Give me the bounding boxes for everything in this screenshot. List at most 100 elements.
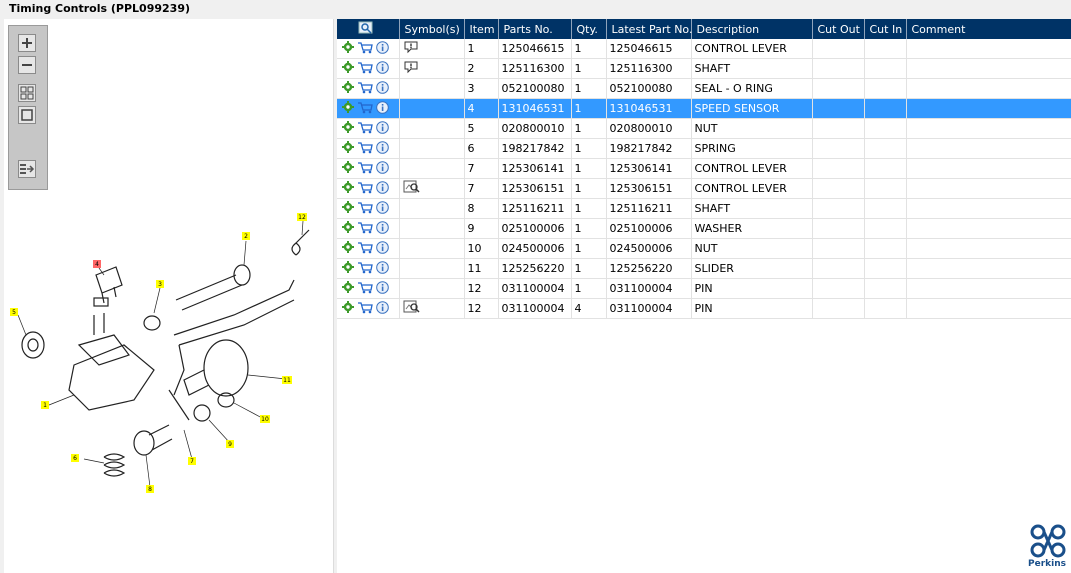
table-row[interactable]: 1 125046615 1 125046615 CONTROL LEVER [337,39,1071,59]
info-icon[interactable] [376,200,389,217]
cart-icon[interactable] [357,221,373,237]
cart-icon[interactable] [357,61,373,77]
column-qty[interactable]: Qty. [571,19,607,39]
cart-icon[interactable] [357,201,373,217]
fit-view-icon[interactable] [18,84,36,102]
svg-text:11: 11 [283,377,291,384]
detail-view-symbol-icon[interactable] [403,180,421,197]
callout-11[interactable]: 11 [282,376,292,384]
info-icon[interactable] [376,140,389,157]
cart-icon[interactable] [357,101,373,117]
detail-view-symbol-icon[interactable] [403,300,421,317]
table-row[interactable]: 9 025100006 1 025100006 WASHER [337,218,1071,239]
cart-icon[interactable] [357,141,373,157]
table-row[interactable]: 12 031100004 1 031100004 PIN [337,278,1071,299]
column-symbols[interactable]: Symbol(s) [399,19,465,39]
gear-icon[interactable] [342,201,354,216]
info-icon[interactable] [376,240,389,257]
export-icon[interactable] [18,160,36,178]
gear-icon[interactable] [342,141,354,156]
info-icon[interactable] [376,160,389,177]
callout-6[interactable]: 6 [71,454,79,462]
table-row[interactable]: 2 125116300 1 125116300 SHAFT [337,58,1071,79]
gear-icon[interactable] [342,301,354,316]
gear-icon[interactable] [342,101,354,116]
cell-qty: 1 [571,198,607,219]
cell-latest-part-no: 125116211 [606,198,692,219]
callout-7[interactable]: 7 [188,457,196,465]
table-row[interactable]: 12 031100004 4 031100004 PIN [337,298,1071,319]
callout-1[interactable]: 1 [41,401,49,409]
table-row[interactable]: 7 125306141 1 125306141 CONTROL LEVER [337,158,1071,179]
info-icon[interactable] [376,180,389,197]
column-cut-in[interactable]: Cut In [864,19,907,39]
callout-2[interactable]: 2 [242,232,250,240]
column-item[interactable]: Item [464,19,499,39]
cart-icon[interactable] [357,241,373,257]
table-row[interactable]: 11 125256220 1 125256220 SLIDER [337,258,1071,279]
callout-8[interactable]: 8 [146,485,154,493]
cart-icon[interactable] [357,281,373,297]
cell-part-no: 131046531 [498,98,572,119]
cart-icon[interactable] [357,81,373,97]
row-actions [337,158,400,179]
gear-icon[interactable] [342,281,354,296]
gear-icon[interactable] [342,221,354,236]
cart-icon[interactable] [357,161,373,177]
column-parts-no[interactable]: Parts No. [498,19,572,39]
gear-icon[interactable] [342,121,354,136]
search-parts-icon[interactable] [358,21,374,38]
callout-12[interactable]: 12 [297,213,307,221]
gear-icon[interactable] [342,61,354,76]
info-icon[interactable] [376,280,389,297]
note-symbol-icon[interactable] [403,40,419,57]
cell-item: 1 [464,39,499,59]
cart-icon[interactable] [357,121,373,137]
zoom-in-icon[interactable] [18,34,36,52]
actual-size-icon[interactable] [18,106,36,124]
column-cut-out[interactable]: Cut Out [812,19,865,39]
exploded-parts-diagram[interactable]: 1 2 3 4 5 6 7 8 9 10 11 12 [4,195,333,505]
cart-icon[interactable] [357,181,373,197]
callout-5[interactable]: 5 [10,308,18,316]
gear-icon[interactable] [342,41,354,56]
row-symbols [399,118,465,139]
table-row[interactable]: 5 020800010 1 020800010 NUT [337,118,1071,139]
cart-icon[interactable] [357,41,373,57]
info-icon[interactable] [376,60,389,77]
table-row[interactable]: 7 125306151 1 125306151 CONTROL LEVER [337,178,1071,199]
svg-text:3: 3 [158,281,162,288]
info-icon[interactable] [376,100,389,117]
table-row[interactable]: 6 198217842 1 198217842 SPRING [337,138,1071,159]
gear-icon[interactable] [342,81,354,96]
table-row[interactable]: 4 131046531 1 131046531 SPEED SENSOR [337,98,1071,119]
column-description[interactable]: Description [691,19,813,39]
info-icon[interactable] [376,300,389,317]
column-comment[interactable]: Comment [906,19,1071,39]
info-icon[interactable] [376,80,389,97]
cart-icon[interactable] [357,261,373,277]
table-row[interactable]: 3 052100080 1 052100080 SEAL - O RING [337,78,1071,99]
info-icon[interactable] [376,260,389,277]
info-icon[interactable] [376,220,389,237]
gear-icon[interactable] [342,261,354,276]
callout-4[interactable]: 4 [93,260,101,268]
cell-comment [906,98,1071,119]
info-icon[interactable] [376,40,389,57]
gear-icon[interactable] [342,161,354,176]
table-row[interactable]: 10 024500006 1 024500006 NUT [337,238,1071,259]
column-actions[interactable] [337,19,400,39]
cell-part-no: 125046615 [498,39,572,59]
zoom-out-icon[interactable] [18,56,36,74]
cart-icon[interactable] [357,301,373,317]
gear-icon[interactable] [342,181,354,196]
gear-icon[interactable] [342,241,354,256]
note-symbol-icon[interactable] [403,60,419,77]
callout-10[interactable]: 10 [260,415,270,423]
callout-3[interactable]: 3 [156,280,164,288]
column-latest-part-no[interactable]: Latest Part No. [606,19,692,39]
info-icon[interactable] [376,120,389,137]
callout-9[interactable]: 9 [226,440,234,448]
table-row[interactable]: 8 125116211 1 125116211 SHAFT [337,198,1071,219]
row-symbols [399,58,465,79]
